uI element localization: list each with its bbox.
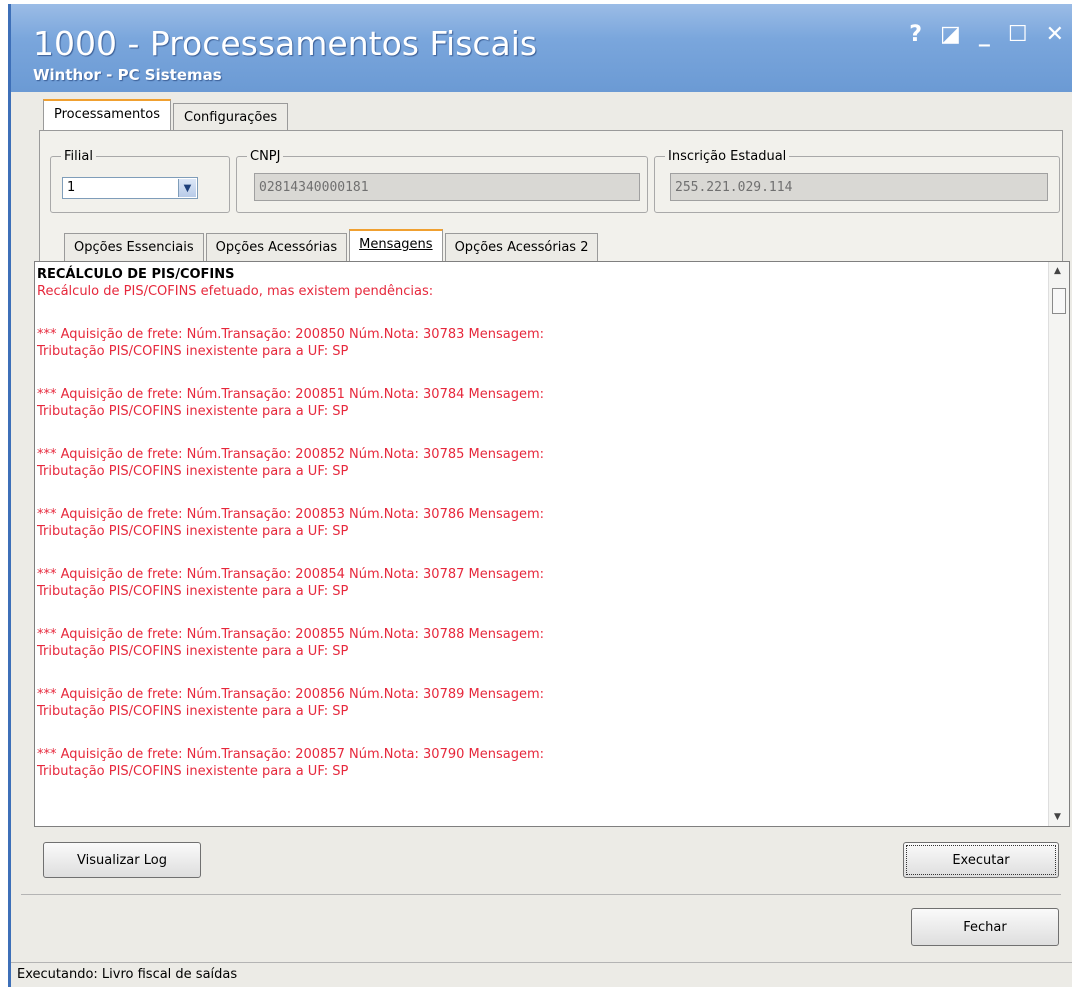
message-entry: *** Aquisição de frete: Núm.Transação: 2… <box>37 746 1043 780</box>
message-line: Tributação PIS/COFINS inexistente para a… <box>37 404 349 419</box>
message-line: *** Aquisição de frete: Núm.Transação: 2… <box>37 327 545 342</box>
app-window: 1000 - Processamentos Fiscais Winthor - … <box>8 4 1072 987</box>
processamentos-panel: Filial 1 ▼ CNPJ 02814340000181 Inscrição… <box>34 130 1070 827</box>
messages-title: RECÁLCULO DE PIS/COFINS <box>37 267 235 282</box>
message-line: Tributação PIS/COFINS inexistente para a… <box>37 524 349 539</box>
message-line: *** Aquisição de frete: Núm.Transação: 2… <box>37 387 545 402</box>
filial-select[interactable]: 1 ▼ <box>62 177 198 199</box>
scroll-thumb[interactable] <box>1052 288 1066 314</box>
message-entry: *** Aquisição de frete: Núm.Transação: 2… <box>37 506 1043 540</box>
message-entry: *** Aquisição de frete: Núm.Transação: 2… <box>37 326 1043 360</box>
tab-configuracoes[interactable]: Configurações <box>173 103 289 131</box>
fechar-button[interactable]: Fechar <box>911 908 1059 946</box>
message-line: *** Aquisição de frete: Núm.Transação: 2… <box>37 567 545 582</box>
restore-small-icon[interactable]: ◪ <box>940 22 961 47</box>
message-entry: *** Aquisição de frete: Núm.Transação: 2… <box>37 446 1043 480</box>
status-text: Executando: Livro fiscal de saídas <box>17 967 238 982</box>
tab-opcoes-acessorias-2[interactable]: Opções Acessórias 2 <box>444 233 599 261</box>
tab-opcoes-acessorias[interactable]: Opções Acessórias <box>205 233 348 261</box>
tab-opcoes-essenciais[interactable]: Opções Essenciais <box>64 233 204 261</box>
window-title: 1000 - Processamentos Fiscais <box>33 24 538 63</box>
close-icon[interactable]: ✕ <box>1046 22 1064 47</box>
filial-label: Filial <box>64 149 93 164</box>
message-line: *** Aquisição de frete: Núm.Transação: 2… <box>37 747 545 762</box>
messages-box[interactable]: RECÁLCULO DE PIS/COFINS Recálculo de PIS… <box>34 261 1070 827</box>
maximize-icon[interactable]: ☐ <box>1008 22 1028 47</box>
message-line: Tributação PIS/COFINS inexistente para a… <box>37 644 349 659</box>
scroll-up-icon[interactable]: ▲ <box>1054 266 1061 276</box>
divider <box>21 894 1061 895</box>
main-tab-bar: Processamentos Configurações <box>43 99 290 131</box>
message-line: *** Aquisição de frete: Núm.Transação: 2… <box>37 507 545 522</box>
visualizar-log-button[interactable]: Visualizar Log <box>43 842 201 878</box>
message-line: *** Aquisição de frete: Núm.Transação: 2… <box>37 687 545 702</box>
scroll-down-icon[interactable]: ▼ <box>1054 812 1061 822</box>
chevron-down-icon[interactable]: ▼ <box>178 179 196 197</box>
ie-field: 255.221.029.114 <box>670 173 1048 201</box>
message-line: Tributação PIS/COFINS inexistente para a… <box>37 344 349 359</box>
filial-value: 1 <box>67 180 76 195</box>
tab-processamentos[interactable]: Processamentos <box>43 99 172 131</box>
minimize-icon[interactable]: _ <box>979 22 990 47</box>
status-bar: Executando: Livro fiscal de saídas <box>11 962 1072 987</box>
message-entry: *** Aquisição de frete: Núm.Transação: 2… <box>37 386 1043 420</box>
messages-summary: Recálculo de PIS/COFINS efetuado, mas ex… <box>37 284 434 299</box>
ie-label: Inscrição Estadual <box>668 149 787 164</box>
message-entry: *** Aquisição de frete: Núm.Transação: 2… <box>37 626 1043 660</box>
message-line: Tributação PIS/COFINS inexistente para a… <box>37 464 349 479</box>
messages-content: RECÁLCULO DE PIS/COFINS Recálculo de PIS… <box>37 266 1043 780</box>
message-line: Tributação PIS/COFINS inexistente para a… <box>37 764 349 779</box>
message-line: *** Aquisição de frete: Núm.Transação: 2… <box>37 627 545 642</box>
cnpj-field: 02814340000181 <box>254 173 640 201</box>
window-controls: ? ◪ _ ☐ ✕ <box>909 22 1064 47</box>
vertical-scrollbar[interactable]: ▲ ▼ <box>1048 262 1069 826</box>
message-entry: *** Aquisição de frete: Núm.Transação: 2… <box>37 686 1043 720</box>
cnpj-label: CNPJ <box>250 149 281 164</box>
tab-mensagens[interactable]: Mensagens <box>349 229 443 261</box>
message-entry: *** Aquisição de frete: Núm.Transação: 2… <box>37 566 1043 600</box>
executar-button[interactable]: Executar <box>903 842 1059 878</box>
message-line: Tributação PIS/COFINS inexistente para a… <box>37 584 349 599</box>
title-bar[interactable]: 1000 - Processamentos Fiscais Winthor - … <box>11 4 1072 92</box>
sub-tab-bar: Opções Essenciais Opções Acessórias Mens… <box>64 229 600 261</box>
help-icon[interactable]: ? <box>909 22 922 47</box>
window-subtitle: Winthor - PC Sistemas <box>33 66 222 84</box>
message-line: Tributação PIS/COFINS inexistente para a… <box>37 704 349 719</box>
message-line: *** Aquisição de frete: Núm.Transação: 2… <box>37 447 545 462</box>
